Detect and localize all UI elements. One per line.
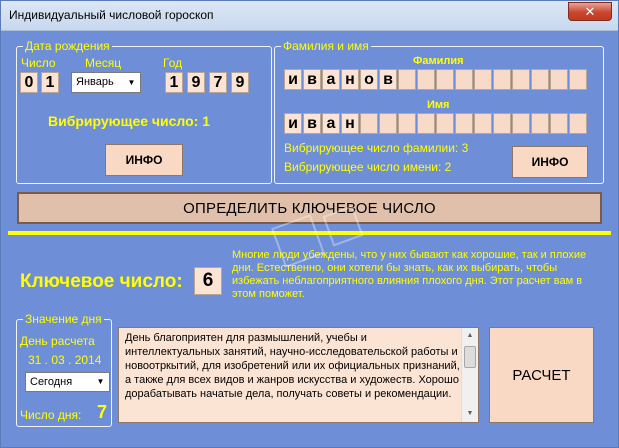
day-select[interactable]: Сегодня ▼ [25, 372, 110, 392]
first-name-letter-16[interactable] [569, 113, 587, 134]
name-legend: Фамилия и имя [281, 39, 371, 53]
name-vibr-number: Вибрирующее число имени: 2 [284, 160, 452, 174]
day-value-legend: Значение дня [23, 312, 104, 326]
month-label: Месяц [85, 56, 122, 70]
description-scrollbar[interactable]: ▲ ▼ [461, 328, 478, 422]
app-window: Индивидуальный числовой гороскоп ✕ Дата … [0, 0, 619, 448]
birth-info-button[interactable]: ИНФО [105, 144, 183, 176]
calc-date: 31 . 03 . 2014 [28, 353, 102, 367]
surname-letter-8[interactable] [417, 69, 435, 90]
surname-letter-14[interactable] [531, 69, 549, 90]
surname-letter-4[interactable]: н [341, 69, 359, 90]
yellow-divider [8, 231, 611, 235]
determine-key-number-button[interactable]: ОПРЕДЕЛИТЬ КЛЮЧЕВОЕ ЧИСЛО [17, 192, 602, 224]
surname-letter-10[interactable] [455, 69, 473, 90]
day-digit-2[interactable]: 1 [41, 72, 59, 93]
day-description-box[interactable]: День благоприятен для размышлений, учебы… [118, 327, 479, 423]
first-name-letter-5[interactable] [360, 113, 378, 134]
surname-letter-6[interactable]: в [379, 69, 397, 90]
birth-vibr-number: Вибрирующее число: 1 [48, 113, 211, 129]
surname-letter-15[interactable] [550, 69, 568, 90]
first-name-letter-14[interactable] [531, 113, 549, 134]
first-name-letter-2[interactable]: в [303, 113, 321, 134]
day-digit-1[interactable]: 0 [20, 72, 38, 93]
surname-letter-9[interactable] [436, 69, 454, 90]
month-select[interactable]: Январь ▼ [71, 72, 141, 93]
close-icon: ✕ [584, 4, 596, 19]
surname-label: Фамилия [413, 55, 464, 67]
surname-letter-16[interactable] [569, 69, 587, 90]
surname-letter-12[interactable] [493, 69, 511, 90]
birth-date-group: Дата рождения Число Месяц Год 0 1 Январь… [16, 39, 272, 184]
day-number-label: Число дня: [20, 408, 82, 422]
year-digit-1[interactable]: 1 [165, 72, 183, 93]
first-name-letter-9[interactable] [436, 113, 454, 134]
first-name-letter-4[interactable]: н [341, 113, 359, 134]
year-digit-3[interactable]: 7 [209, 72, 227, 93]
name-info-button[interactable]: ИНФО [512, 146, 588, 178]
surname-letter-5[interactable]: о [360, 69, 378, 90]
scroll-down-icon[interactable]: ▼ [462, 406, 478, 422]
day-value-group: Значение дня День расчета 31 . 03 . 2014… [16, 312, 112, 427]
title-bar: Индивидуальный числовой гороскоп ✕ [1, 1, 618, 31]
first-name-letter-15[interactable] [550, 113, 568, 134]
first-name-letter-8[interactable] [417, 113, 435, 134]
surname-letter-7[interactable] [398, 69, 416, 90]
surname-letter-1[interactable]: и [284, 69, 302, 90]
year-digit-2[interactable]: 9 [187, 72, 205, 93]
surname-letter-13[interactable] [512, 69, 530, 90]
birth-date-legend: Дата рождения [23, 39, 112, 53]
first-name-letter-7[interactable] [398, 113, 416, 134]
year-digit-4[interactable]: 9 [231, 72, 249, 93]
day-label: Число [21, 56, 56, 70]
close-button[interactable]: ✕ [568, 2, 612, 21]
window-title: Индивидуальный числовой гороскоп [9, 8, 214, 22]
first-name-letter-1[interactable]: и [284, 113, 302, 134]
chevron-down-icon: ▼ [93, 374, 108, 390]
day-select-value: Сегодня [30, 376, 73, 388]
chevron-down-icon: ▼ [124, 74, 139, 91]
first-name-letter-12[interactable] [493, 113, 511, 134]
first-name-letter-3[interactable]: а [322, 113, 340, 134]
first-name-letter-6[interactable] [379, 113, 397, 134]
calc-day-label: День расчета [20, 334, 95, 348]
day-number-value: 7 [97, 402, 108, 422]
surname-letter-11[interactable] [474, 69, 492, 90]
surname-vibr-number: Вибрирующее число фамилии: 3 [284, 141, 469, 155]
scroll-up-icon[interactable]: ▲ [462, 328, 478, 344]
key-number-value: 6 [194, 267, 222, 295]
key-number-description: Многие люди убеждены, что у них бывают к… [232, 249, 587, 300]
first-name-letter-10[interactable] [455, 113, 473, 134]
calculate-button[interactable]: РАСЧЕТ [489, 327, 594, 423]
month-select-value: Январь [76, 76, 114, 88]
name-group: Фамилия и имя Фамилия иванов Имя иван Ви… [274, 39, 604, 184]
surname-letter-3[interactable]: а [322, 69, 340, 90]
day-description-text: День благоприятен для размышлений, учебы… [125, 332, 460, 400]
scroll-thumb[interactable] [464, 346, 476, 368]
first-name-letter-11[interactable] [474, 113, 492, 134]
main-content: Дата рождения Число Месяц Год 0 1 Январь… [8, 31, 611, 443]
key-number-label: Ключевое число: [20, 271, 183, 292]
first-name-letter-13[interactable] [512, 113, 530, 134]
year-label: Год [163, 56, 183, 70]
first-name-label: Имя [427, 99, 450, 111]
surname-letter-2[interactable]: в [303, 69, 321, 90]
